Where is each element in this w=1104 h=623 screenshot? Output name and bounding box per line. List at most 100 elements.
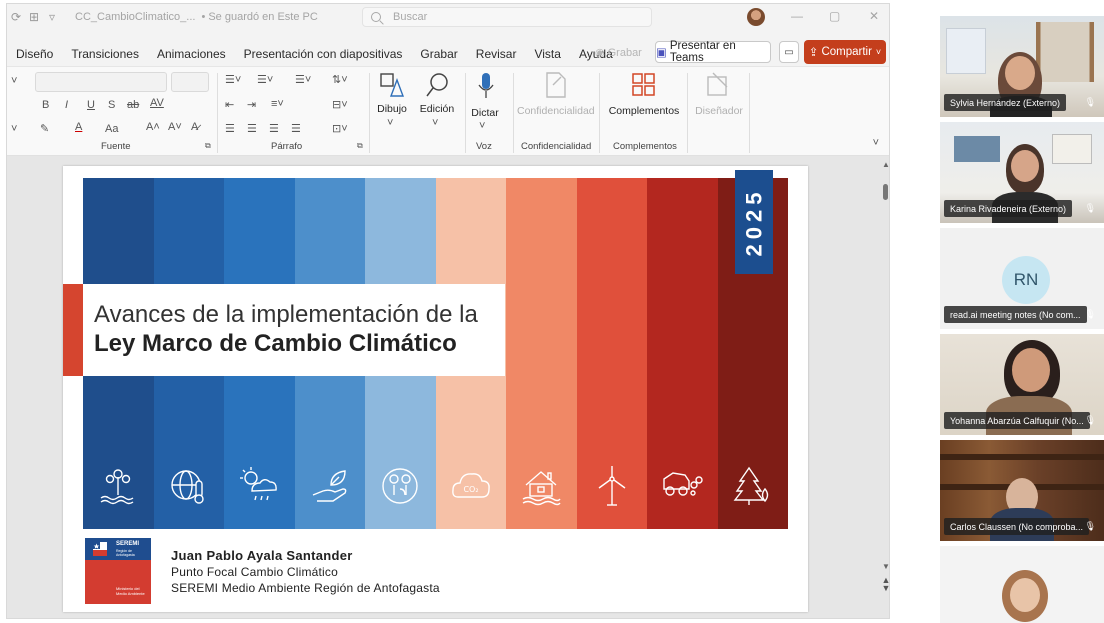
restore-icon[interactable]: ▢: [829, 9, 840, 23]
present-in-teams-button[interactable]: ▣ Presentar en Teams: [655, 40, 771, 64]
magnifier-icon: [426, 73, 448, 97]
decrease-indent-icon[interactable]: ⇤: [225, 98, 234, 111]
bold-button[interactable]: B: [42, 99, 49, 111]
tab-revisar[interactable]: Revisar: [476, 47, 517, 61]
clear-format-icon[interactable]: A̷: [191, 121, 198, 133]
columns-icon[interactable]: ≡˅: [271, 98, 284, 110]
align-text-icon[interactable]: ⊟˅: [332, 98, 348, 111]
dialog-launcher-icon[interactable]: ⧉: [205, 141, 211, 151]
year-label[interactable]: 2025: [741, 188, 767, 257]
editing-label: Edición: [419, 103, 455, 115]
avatar-face: [1005, 56, 1035, 90]
dialog-launcher-icon[interactable]: ⧉: [357, 141, 363, 151]
scroll-down-icon[interactable]: ▼: [882, 562, 889, 571]
comments-button[interactable]: ▭: [779, 41, 799, 63]
chevron-down-icon[interactable]: ˅: [11, 75, 17, 87]
participant-tile[interactable]: Karina Rivadeneira (Externo) 🎙: [940, 122, 1104, 223]
tab-transiciones[interactable]: Transiciones: [71, 47, 139, 61]
user-avatar[interactable]: [747, 8, 765, 26]
collapse-ribbon-icon[interactable]: ˅: [873, 137, 879, 149]
tab-grabar[interactable]: Grabar: [420, 47, 457, 61]
grow-font-button[interactable]: A˄: [146, 121, 160, 133]
slide-title-line2[interactable]: Ley Marco de Cambio Climático: [94, 330, 457, 358]
font-family-select[interactable]: [35, 72, 167, 92]
save-status[interactable]: • Se guardó en Este PC: [201, 11, 317, 23]
participant-tile[interactable]: Yohanna Abarzúa Calfuquir (No... 🎙: [940, 334, 1104, 435]
avatar-face: [1010, 578, 1040, 612]
smartart-icon[interactable]: ⊡˅: [332, 122, 348, 135]
forest-fire-icon: [733, 466, 768, 505]
comment-icon: ▭: [784, 46, 794, 58]
presenter-org[interactable]: SEREMI Medio Ambiente Región de Antofaga…: [171, 581, 440, 595]
slide-title-line1[interactable]: Avances de la implementación de la: [94, 301, 478, 329]
increase-indent-icon[interactable]: ⇥: [247, 98, 256, 111]
participant-tile[interactable]: Sylvia Hernández (Externo) 🎙: [940, 16, 1104, 117]
vertical-scrollbar[interactable]: ▲ ▼ ▲ ▼: [881, 156, 889, 618]
minimize-icon[interactable]: —: [791, 9, 803, 23]
sensitivity-label: Confidencialidad: [517, 105, 595, 117]
scroll-thumb[interactable]: [883, 184, 888, 200]
justify-icon[interactable]: ☰: [291, 122, 301, 135]
designer-label: Diseñador: [695, 105, 743, 117]
page-nav-icon[interactable]: ▲ ▼: [881, 576, 889, 593]
underline-button[interactable]: U: [87, 99, 95, 111]
sensitivity-icon: [546, 72, 566, 98]
presenter-role[interactable]: Punto Focal Cambio Climático: [171, 565, 338, 579]
dictate-label: Dictar: [471, 107, 499, 119]
group-label-parrafo: Párrafo: [271, 141, 303, 152]
scroll-up-icon[interactable]: ▲: [882, 160, 889, 169]
share-button[interactable]: ⇪ Compartir ˅: [804, 40, 886, 64]
presenter-name[interactable]: Juan Pablo Ayala Santander: [171, 548, 353, 563]
divider: [599, 73, 600, 153]
record-button[interactable]: ◉ Grabar: [595, 42, 642, 63]
search-box[interactable]: Buscar: [362, 7, 652, 27]
bullets-icon[interactable]: ☰˅: [225, 73, 241, 86]
group-label-fuente: Fuente: [101, 141, 131, 152]
group-label-voz: Voz: [476, 141, 492, 152]
font-color-button[interactable]: A: [75, 121, 82, 133]
char-spacing-button[interactable]: AV: [150, 97, 164, 109]
tab-diseno[interactable]: Diseño: [16, 47, 53, 61]
co2-cloud-icon: CO₂: [451, 473, 490, 498]
presenter-icon[interactable]: ⊞: [25, 10, 43, 24]
participant-tile[interactable]: Carlos Claussen (No comproba... 🎙: [940, 440, 1104, 541]
designer-icon: [707, 72, 728, 96]
participant-name: Yohanna Abarzúa Calfuquir (No...: [944, 412, 1090, 429]
highlight-pen-icon[interactable]: ✎: [40, 122, 49, 135]
file-name[interactable]: CC_CambioClimatico_...: [75, 11, 195, 23]
tab-presentacion[interactable]: Presentación con diapositivas: [244, 47, 403, 61]
autosave-icon[interactable]: ⟳: [7, 10, 25, 24]
font-size-select[interactable]: [171, 72, 209, 92]
participant-tile[interactable]: [940, 546, 1104, 623]
slide[interactable]: Avances de la implementación de la Ley M…: [63, 166, 808, 612]
strikethrough-icon[interactable]: ab: [127, 99, 139, 111]
powerpoint-window: ⟳ ⊞ ▿ CC_CambioClimatico_... • Se guardó…: [6, 3, 890, 619]
align-center-icon[interactable]: ☰: [247, 122, 257, 135]
addins-grid-icon: [632, 73, 655, 96]
ecosystem-icon: [382, 468, 418, 504]
chevron-down-icon: ˅: [387, 117, 394, 129]
close-icon[interactable]: ✕: [869, 9, 879, 23]
mic-off-icon: 🎙: [1084, 97, 1096, 107]
hand-leaf-icon: [312, 470, 347, 502]
italic-button[interactable]: I: [65, 99, 68, 111]
numbering-icon[interactable]: ☰˅: [257, 73, 273, 86]
participant-tile[interactable]: RN read.ai meeting notes (No com... 🎙: [940, 228, 1104, 329]
align-left-icon[interactable]: ☰: [225, 122, 235, 135]
mic-off-icon: 🎙: [1084, 203, 1096, 213]
tab-vista[interactable]: Vista: [534, 47, 560, 61]
customize-toolbar-icon[interactable]: ▿: [43, 10, 61, 24]
change-case-button[interactable]: Aa: [105, 123, 118, 135]
participants-panel: Sylvia Hernández (Externo) 🎙 Karina Riva…: [940, 16, 1104, 623]
shadow-button[interactable]: S: [108, 99, 115, 111]
participant-name: Carlos Claussen (No comproba...: [944, 518, 1090, 535]
shrink-font-button[interactable]: A˅: [168, 121, 182, 133]
tab-animaciones[interactable]: Animaciones: [157, 47, 226, 61]
participant-name-text: Sylvia Hernández (Externo): [950, 97, 1061, 108]
chevron-down-icon[interactable]: ˅: [11, 123, 17, 135]
line-spacing-icon[interactable]: ☰˅: [295, 73, 311, 86]
record-icon: ◉: [595, 47, 605, 59]
wall-picture: [954, 136, 1000, 162]
align-right-icon[interactable]: ☰: [269, 122, 279, 135]
text-direction-icon[interactable]: ⇅˅: [332, 73, 348, 86]
